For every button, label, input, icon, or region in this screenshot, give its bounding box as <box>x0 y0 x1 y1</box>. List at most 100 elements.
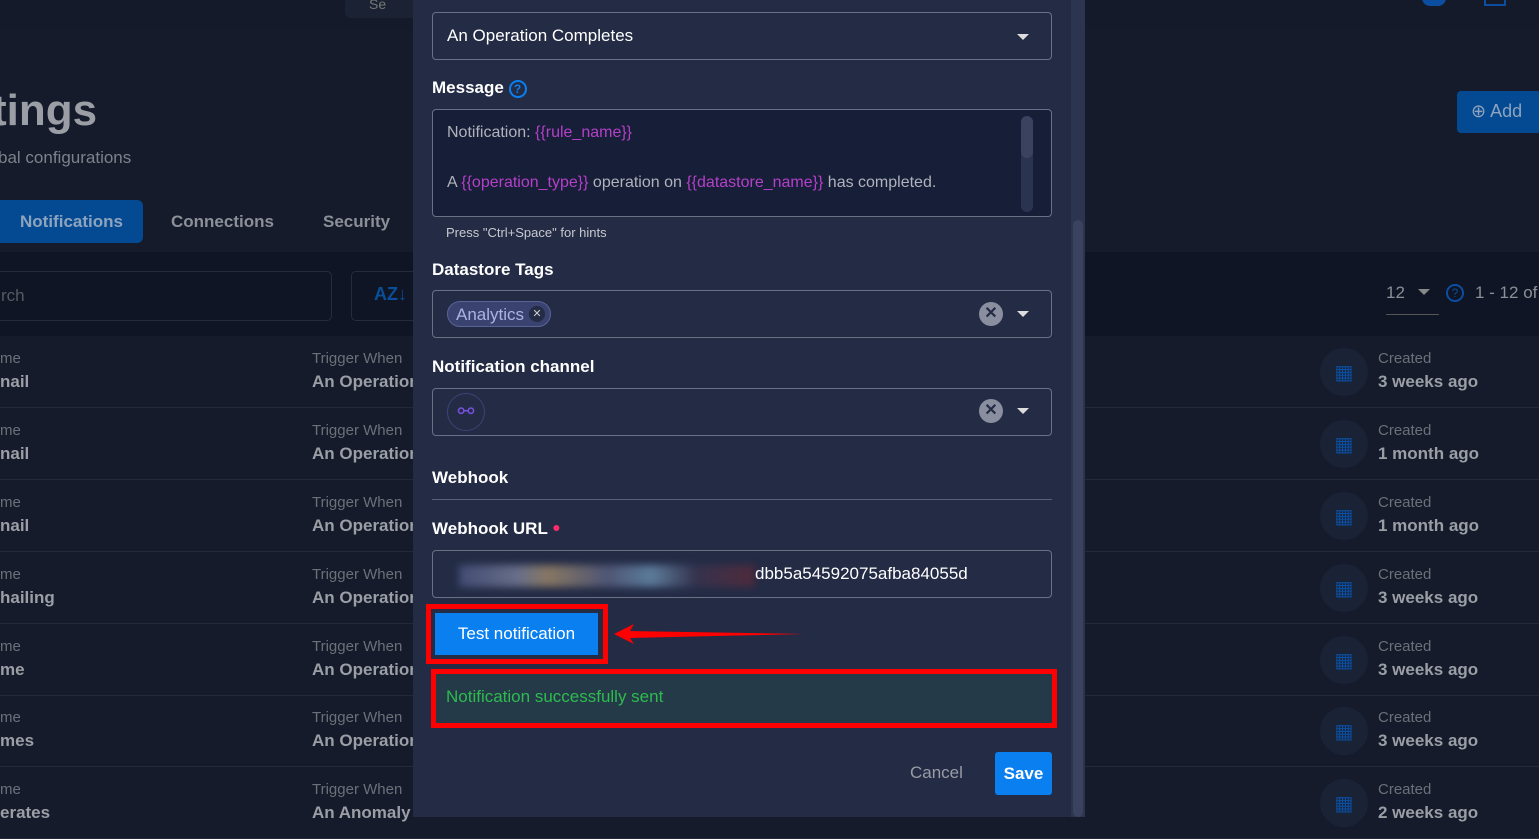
created-value: 3 weeks ago <box>1378 588 1479 607</box>
placeholder-token: {{rule_name}} <box>535 124 633 141</box>
name-value: me <box>0 660 25 679</box>
tag-chip: Analytics ✕ <box>447 301 552 327</box>
test-notification-button[interactable]: Test notification <box>435 613 598 655</box>
name-value: nail <box>0 372 30 391</box>
created-value: 1 month ago <box>1378 516 1480 535</box>
caret-down-icon <box>1017 34 1029 40</box>
trigger-value: An Operation <box>312 588 413 607</box>
created-label: Created <box>1378 350 1432 367</box>
created-value: 3 weeks ago <box>1378 372 1479 391</box>
trigger-select[interactable]: An Operation Completes <box>432 12 1052 60</box>
caret-down-icon <box>1418 289 1430 295</box>
remove-tag-icon[interactable]: ✕ <box>529 306 546 322</box>
tags-label: Datastore Tags <box>432 260 554 279</box>
webhook-heading: Webhook <box>432 468 509 487</box>
text: Notification: <box>447 124 536 141</box>
name-label: me <box>0 709 21 726</box>
hint-text: Press "Ctrl+Space" for hints <box>446 225 607 240</box>
created-value: 3 weeks ago <box>1378 660 1479 679</box>
trigger-label: Trigger When <box>312 709 403 726</box>
trigger-label: Trigger When <box>312 781 403 798</box>
clear-icon[interactable]: ✕ <box>979 302 1003 326</box>
trigger-value: An Operation <box>312 372 413 391</box>
created-label: Created <box>1378 781 1432 798</box>
created-label: Created <box>1378 638 1432 655</box>
trigger-label: Trigger When <box>312 566 403 583</box>
tab-security[interactable]: Security <box>323 200 390 243</box>
page-size-select[interactable]: 12 <box>1386 283 1439 315</box>
help-icon[interactable]: ? <box>1446 284 1464 302</box>
calendar-icon: ▦ <box>1320 636 1368 684</box>
success-text: Notification successfully sent <box>446 687 664 706</box>
text: A <box>447 174 462 191</box>
url-label-text: Webhook URL <box>432 519 548 538</box>
trigger-value: An Operation <box>312 660 413 679</box>
webhook-url-input[interactable]: dbb5a54592075afba84055d <box>432 550 1052 598</box>
pagination-range: 1 - 12 of 1 <box>1475 283 1539 302</box>
editor-scrollbar[interactable] <box>1021 116 1033 212</box>
message-editor[interactable]: Notification: {{rule_name}} A {{operatio… <box>432 109 1052 217</box>
channel-label: Notification channel <box>432 357 595 376</box>
trigger-label: Trigger When <box>312 638 403 655</box>
created-value: 3 weeks ago <box>1378 731 1479 750</box>
trigger-label: Trigger When <box>312 350 403 367</box>
search-input[interactable]: rch <box>0 271 332 321</box>
calendar-icon: ▦ <box>1320 492 1368 540</box>
created-label: Created <box>1378 709 1432 726</box>
doc-icon[interactable] <box>1484 0 1506 6</box>
message-line-2: A {{operation_type}} operation on {{data… <box>447 174 1037 192</box>
modal-scroll-thumb[interactable] <box>1073 220 1083 817</box>
plus-circle-icon: ⊕ <box>1471 101 1491 121</box>
help-icon[interactable]: ? <box>508 80 527 98</box>
back-label: Se <box>369 0 387 12</box>
divider <box>432 499 1052 500</box>
tab-notifications[interactable]: Notifications <box>0 200 143 243</box>
message-label: Message ? <box>432 78 527 98</box>
annotation-arrow-icon <box>614 624 804 644</box>
calendar-icon: ▦ <box>1320 779 1368 827</box>
trigger-value: An Operation Completes <box>447 26 634 45</box>
page-subtitle: bal configurations <box>0 148 132 167</box>
calendar-icon: ▦ <box>1320 348 1368 396</box>
tag-label: Analytics <box>456 305 525 324</box>
name-label: me <box>0 350 21 367</box>
add-label: Add <box>1490 101 1523 121</box>
clear-icon[interactable]: ✕ <box>979 399 1003 423</box>
name-label: me <box>0 422 21 439</box>
success-alert: Notification successfully sent <box>431 669 1057 728</box>
redacted-url-part <box>459 565 755 587</box>
name-value: erates <box>0 803 51 822</box>
trigger-label: Trigger When <box>312 422 403 439</box>
url-value: dbb5a54592075afba84055d <box>755 564 968 583</box>
message-line-1: Notification: {{rule_name}} <box>447 124 1037 142</box>
created-label: Created <box>1378 566 1432 583</box>
created-label: Created <box>1378 422 1432 439</box>
tab-connections[interactable]: Connections <box>171 200 274 243</box>
cancel-button[interactable]: Cancel <box>910 763 963 783</box>
caret-down-icon <box>1017 311 1029 317</box>
trigger-value: An Operation <box>312 516 413 535</box>
calendar-icon: ▦ <box>1320 564 1368 612</box>
save-button[interactable]: Save <box>995 752 1052 795</box>
webhook-url-label: Webhook URL ● <box>432 519 561 539</box>
tags-select[interactable]: Analytics ✕ ✕ <box>432 290 1052 338</box>
trigger-value: An Operation <box>312 731 413 750</box>
webhook-icon: ⚯ <box>447 393 485 431</box>
trigger-value: An Operation <box>312 444 413 463</box>
name-value: mes <box>0 731 35 750</box>
name-label: me <box>0 638 21 655</box>
text: operation on <box>588 174 687 191</box>
add-button[interactable]: ⊕ Add <box>1457 91 1539 133</box>
created-value: 2 weeks ago <box>1378 803 1479 822</box>
calendar-icon: ▦ <box>1320 707 1368 755</box>
name-value: nail <box>0 516 30 535</box>
required-indicator: ● <box>552 519 561 535</box>
placeholder-token: {{operation_type}} <box>461 174 589 191</box>
placeholder-token: {{datastore_name}} <box>686 174 824 191</box>
page-size-value: 12 <box>1386 283 1405 302</box>
channel-select[interactable]: ⚯ ✕ <box>432 388 1052 436</box>
sort-az-icon: AZ↓ <box>374 284 407 304</box>
trigger-value: An Anomaly i <box>312 803 413 822</box>
sort-button[interactable]: AZ↓ <box>351 271 421 321</box>
created-label: Created <box>1378 494 1432 511</box>
